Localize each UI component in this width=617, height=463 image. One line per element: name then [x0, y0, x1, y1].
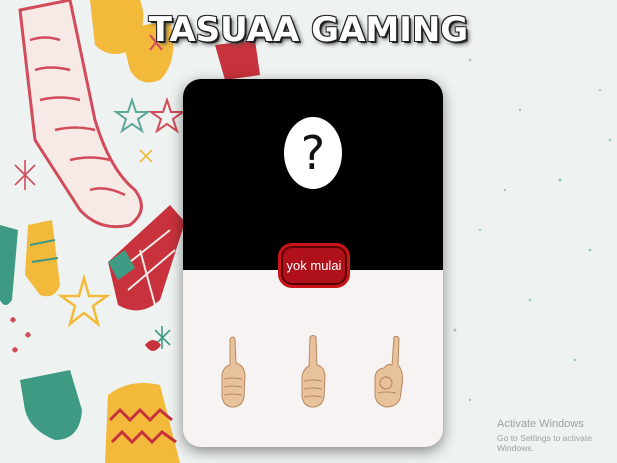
hand-open-icon[interactable]	[372, 335, 406, 410]
watermark-subtitle: Go to Settings to activate Windows.	[497, 433, 592, 453]
start-button[interactable]: yok mulai	[278, 243, 350, 288]
hand-point-icon[interactable]	[298, 335, 328, 410]
result-display: ?	[183, 79, 443, 270]
hand-fist-icon[interactable]	[218, 335, 248, 410]
page-title: TASUAA GAMING	[148, 10, 469, 50]
watermark-title: Activate Windows	[497, 418, 584, 430]
question-mark-icon: ?	[284, 117, 342, 189]
activate-windows-watermark: Activate Windows Go to Settings to activ…	[497, 418, 617, 453]
